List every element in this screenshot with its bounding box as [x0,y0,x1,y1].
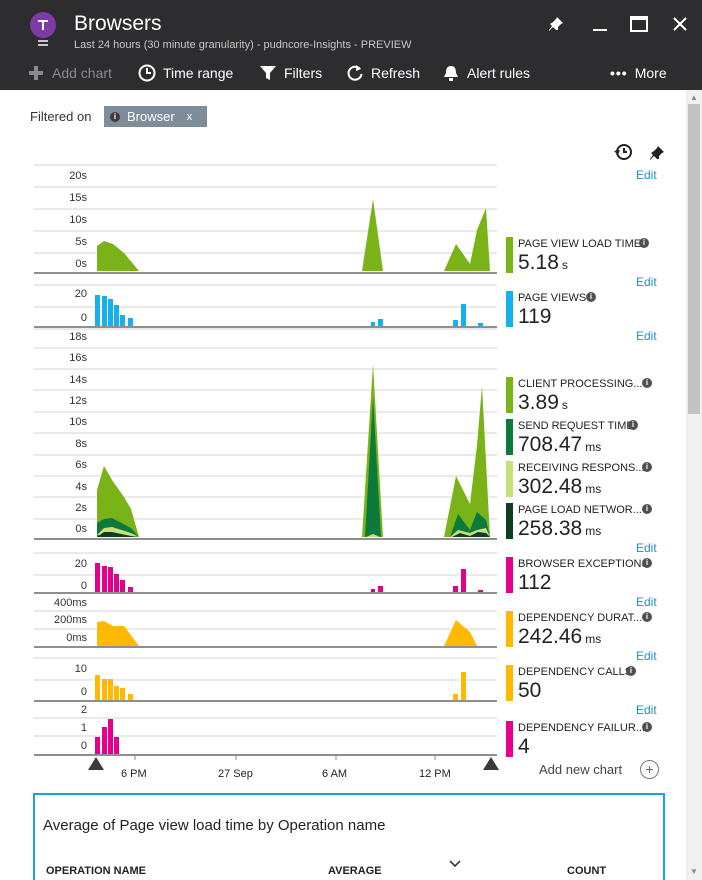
info-icon[interactable]: i [642,722,652,732]
metric-name: CLIENT PROCESSING... [518,378,643,390]
metric-page-view-load-time[interactable]: PAGE VIEW LOAD TIME i 5.18 s [506,237,656,274]
x-tick-label: 12 PM [419,768,451,780]
series-color-swatch [506,721,513,757]
column-header-average[interactable]: AVERAGE [328,865,382,877]
sort-chevron-down-icon[interactable] [449,857,461,869]
x-tick-label: 6 PM [121,768,147,780]
dependency-duration-area [97,620,477,646]
metric-value: 708.47 ms [518,433,602,456]
metric-value: 112 [518,571,552,594]
info-icon[interactable]: i [626,666,636,676]
metric-name: SEND REQUEST TIME [518,420,634,432]
metric-value: 4 [518,735,530,758]
series-color-swatch [506,557,513,593]
metric-value: 3.89 s [518,391,568,414]
metric-send-request-time[interactable]: SEND REQUEST TIME i 708.47 ms [506,419,656,456]
info-icon[interactable]: i [639,238,649,248]
metric-name: DEPENDENCY FAILUR... [518,722,645,734]
metric-value: 258.38 ms [518,517,602,540]
info-icon[interactable]: i [628,420,638,430]
metric-value: 302.48 ms [518,475,602,498]
metric-receiving-response[interactable]: RECEIVING RESPONS... i 302.48 ms [506,461,656,498]
series-color-swatch [506,503,513,539]
info-icon[interactable]: i [642,612,652,622]
metric-dependency-failures[interactable]: DEPENDENCY FAILUR... i 4 [506,721,656,758]
column-header-operation-name[interactable]: OPERATION NAME [46,865,146,877]
scroll-down-icon[interactable]: ▼ [688,866,700,878]
range-end-handle[interactable] [483,757,499,770]
metric-dependency-duration[interactable]: DEPENDENCY DURAT... i 242.46 ms [506,611,656,648]
metric-value: 119 [518,305,552,328]
metric-name: DEPENDENCY DURAT... [518,612,643,624]
metric-name: PAGE VIEW LOAD TIME [518,238,642,250]
series-color-swatch [506,291,513,327]
series-color-swatch [506,461,513,497]
metric-page-load-network[interactable]: PAGE LOAD NETWOR... i 258.38 ms [506,503,656,540]
metric-name: PAGE LOAD NETWOR... [518,504,642,516]
add-new-chart-link[interactable]: Add new chart [539,762,622,777]
operation-table-panel[interactable]: Average of Page view load time by Operat… [33,793,665,880]
page-views-bars [95,295,483,326]
page-view-load-time-area [97,199,490,271]
scrollbar-thumb[interactable] [688,104,700,414]
scroll-up-icon[interactable]: ▲ [688,92,700,104]
metric-client-processing[interactable]: CLIENT PROCESSING... i 3.89 s [506,377,656,414]
series-color-swatch [506,377,513,413]
x-tick-label: 27 Sep [218,768,253,780]
add-chart-plus-icon[interactable]: + [640,760,659,779]
metric-name: DEPENDENCY CALLS [518,666,633,678]
series-color-swatch [506,419,513,455]
metric-name: RECEIVING RESPONS... [518,462,645,474]
series-color-swatch [506,665,513,701]
x-tick-label: 6 AM [322,768,348,780]
series-color-swatch [506,237,513,273]
metric-name: BROWSER EXCEPTIONS [518,558,649,570]
table-title: Average of Page view load time by Operat… [43,817,386,834]
dependency-calls-bars [95,672,466,700]
metric-value: 50 [518,679,542,702]
info-icon[interactable]: i [642,378,652,388]
info-icon[interactable]: i [642,558,652,568]
info-icon[interactable]: i [586,292,596,302]
info-icon[interactable]: i [642,462,652,472]
metric-browser-exceptions[interactable]: BROWSER EXCEPTIONS i 112 [506,557,656,594]
metric-value: 5.18 s [518,251,568,274]
metric-page-views[interactable]: PAGE VIEWS i 119 [506,291,656,328]
metric-value: 242.46 ms [518,625,602,648]
metric-dependency-calls[interactable]: DEPENDENCY CALLS i 50 [506,665,656,702]
browser-exceptions-bars [95,563,483,592]
metric-name: PAGE VIEWS [518,292,587,304]
series-color-swatch [506,611,513,647]
range-start-handle[interactable] [88,757,104,770]
column-header-count[interactable]: COUNT [567,865,606,877]
info-icon[interactable]: i [642,504,652,514]
